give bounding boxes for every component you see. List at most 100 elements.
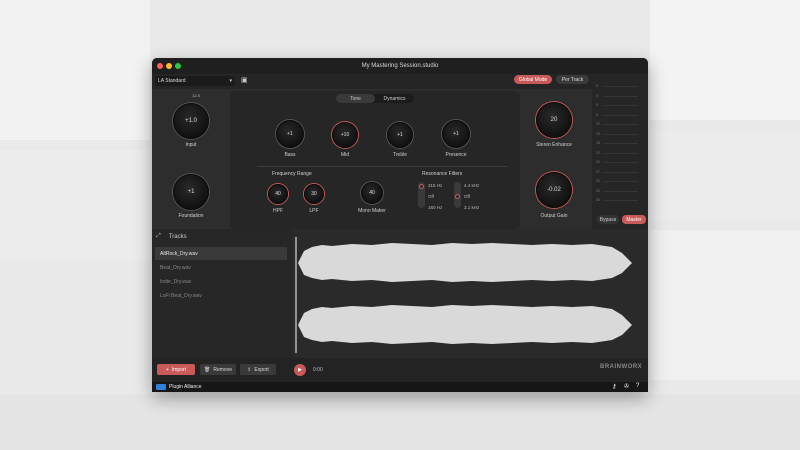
footer-bar: Plugin Alliance ⚷ ✇ ?: [152, 382, 648, 392]
play-icon: ▶: [298, 367, 302, 373]
meter-scale-tick: 18: [596, 141, 600, 145]
output-gain-label: Output Gain: [540, 213, 568, 219]
foundation-label: Foundation: [178, 213, 204, 219]
mono-maker-value: 40: [369, 190, 375, 196]
input-knob[interactable]: +1.0: [173, 103, 209, 139]
stereo-enhance-knob[interactable]: 20: [536, 102, 572, 138]
meter-scale-tick: 27: [596, 169, 600, 174]
preset-label: LA Standard: [158, 78, 186, 84]
meter-scale-line: [604, 162, 638, 163]
meter-scale-line: [604, 114, 638, 116]
output-gain-value: -0.02: [547, 187, 561, 193]
tab-tone[interactable]: Tone: [336, 94, 375, 103]
foundation-value: +1: [187, 189, 195, 195]
resonance-high-option[interactable]: Off: [464, 194, 470, 199]
plugin-alliance-logo[interactable]: Plugin Alliance: [156, 384, 202, 390]
meter-scale-line: [604, 200, 638, 201]
meter-scale-line: [604, 133, 638, 135]
lpf-value: 30: [311, 191, 317, 197]
treble-knob[interactable]: +1: [387, 122, 413, 148]
treble-label: Treble: [393, 152, 407, 158]
play-button[interactable]: ▶: [294, 364, 306, 376]
waveform-left-channel: [298, 243, 632, 282]
background-tile: [0, 150, 150, 260]
meter-scale-tick: 9: [596, 112, 598, 117]
dropdown-arrow-icon: ▾: [229, 78, 232, 84]
title-bar: My Mastering Session.studio: [152, 58, 648, 74]
bass-value: +1: [287, 131, 293, 137]
help-icon[interactable]: ?: [636, 383, 639, 389]
output-gain-knob[interactable]: -0.02: [536, 172, 572, 208]
waveform-view[interactable]: [292, 229, 648, 358]
plugin-alliance-label: Plugin Alliance: [169, 384, 202, 390]
resonance-low-option[interactable]: Off: [428, 194, 434, 199]
resonance-high-switch[interactable]: [454, 182, 461, 208]
presence-knob[interactable]: +1: [442, 120, 470, 148]
stereo-enhance-label: Stereo Enhance: [536, 142, 572, 148]
master-button[interactable]: Master: [622, 215, 646, 224]
export-button[interactable]: ⇪ Export: [240, 364, 276, 375]
per-track-button[interactable]: Per Track: [556, 75, 589, 84]
lpf-knob[interactable]: 30: [304, 184, 324, 204]
global-mode-button[interactable]: Global Mode: [514, 75, 552, 84]
background-tile: [0, 0, 150, 140]
trash-icon: 🗑: [204, 366, 211, 373]
resonance-filters-title: Resonance Filters: [422, 171, 463, 177]
resonance-low-option[interactable]: 315 Hz: [428, 183, 442, 188]
plus-icon: +: [165, 366, 169, 373]
zoom-window-button[interactable]: [175, 63, 181, 69]
meter-scale-line: [604, 124, 638, 125]
meter-scale-line: [604, 190, 638, 192]
bass-label: Bass: [284, 152, 296, 158]
hpf-label: HPF: [273, 208, 283, 214]
track-item[interactable]: Indie_Dry.wav: [155, 275, 287, 288]
track-item[interactable]: Beat_Dry.wav: [155, 261, 287, 274]
mid-label: Mid: [340, 152, 350, 158]
expand-icon[interactable]: ⤢: [156, 233, 161, 240]
presence-label: Presence: [445, 152, 467, 158]
input-label: Input: [185, 142, 197, 148]
resonance-high-option[interactable]: 4.4 kHz: [464, 183, 479, 188]
track-item[interactable]: LoFi Beat_Dry.wav: [155, 289, 287, 302]
track-item[interactable]: AltRock_Dry.wav: [155, 247, 287, 260]
input-value: +1.0: [185, 118, 197, 124]
export-icon: ⇪: [247, 366, 252, 373]
window-title: My Mastering Session.studio: [361, 63, 439, 69]
tone-dynamics-tabs: Tone Dynamics: [336, 94, 414, 103]
window-controls: [157, 63, 181, 69]
meter-scale-line: [604, 86, 638, 87]
foundation-knob[interactable]: +1: [173, 174, 209, 210]
tracks-header: ⤢ Tracks: [152, 229, 292, 244]
resonance-low-option[interactable]: 160 Hz: [428, 205, 442, 210]
save-icon[interactable]: ▣: [241, 77, 248, 84]
mono-maker-label: Mono Maker: [358, 208, 386, 214]
minimize-window-button[interactable]: [166, 63, 172, 69]
wrench-icon[interactable]: ✇: [624, 383, 629, 390]
meter-scale-tick: 15: [596, 131, 600, 136]
meter-scale-tick: 24: [596, 160, 600, 164]
remove-label: Remove: [213, 366, 232, 373]
preset-dropdown[interactable]: LA Standard ▾: [155, 76, 235, 86]
mid-knob[interactable]: +10: [332, 122, 358, 148]
meter-scale-tick: 36: [596, 198, 600, 202]
meter-scale-line: [604, 152, 638, 154]
meter-scale-tick: 12: [596, 122, 600, 126]
key-icon[interactable]: ⚷: [612, 383, 616, 390]
close-window-button[interactable]: [157, 63, 163, 69]
mono-maker-knob[interactable]: 40: [361, 182, 383, 204]
meter-scale-tick: 21: [596, 150, 600, 155]
treble-value: +1: [397, 132, 403, 138]
remove-button[interactable]: 🗑 Remove: [200, 364, 236, 375]
hpf-knob[interactable]: 40: [268, 184, 288, 204]
hpf-value: 40: [275, 191, 281, 197]
meter-scale-tick: 3: [596, 93, 598, 98]
import-button[interactable]: + Import: [157, 364, 195, 375]
bass-knob[interactable]: +1: [276, 120, 304, 148]
background-tile: [650, 230, 800, 380]
resonance-high-option[interactable]: 3.1 kHz: [464, 205, 479, 210]
resonance-low-switch[interactable]: [418, 182, 425, 208]
bypass-button[interactable]: Bypass: [597, 215, 619, 224]
meter-scale-line: [604, 143, 638, 144]
tab-dynamics[interactable]: Dynamics: [375, 94, 414, 103]
plugin-alliance-mark-icon: [156, 384, 166, 390]
